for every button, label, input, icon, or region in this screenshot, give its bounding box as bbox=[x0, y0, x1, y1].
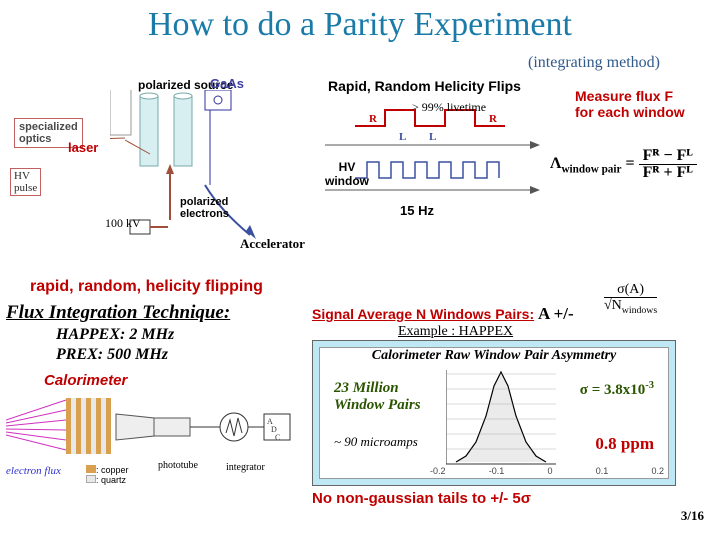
calorimeter-label: Calorimeter bbox=[44, 372, 127, 389]
material-legend: : copper : quartz bbox=[86, 465, 129, 485]
page-number: 3/16 bbox=[681, 508, 704, 524]
hv-window-label: HV window bbox=[325, 160, 369, 188]
prex-rate: PREX: 500 MHz bbox=[56, 346, 168, 364]
flip-caption: rapid, random, helicity flipping bbox=[30, 278, 263, 296]
electron-flux-label: electron flux bbox=[6, 465, 61, 477]
histogram-title: Calorimeter Raw Window Pair Asymmetry bbox=[320, 348, 668, 364]
rapid-flips-title: Rapid, Random Helicity Flips bbox=[328, 78, 521, 94]
svg-text:R: R bbox=[489, 113, 498, 125]
svg-text:L: L bbox=[429, 131, 436, 143]
calorimeter-diagram: A D C bbox=[6, 390, 296, 470]
accelerator-label: Accelerator bbox=[240, 236, 305, 252]
flux-technique-title: Flux Integration Technique: bbox=[6, 302, 230, 324]
asymmetry-formula: Λwindow pair = Fᴿ − Fᴸ Fᴿ + Fᴸ bbox=[550, 148, 697, 181]
non-gaussian-caption: No non-gaussian tails to +/- 5σ bbox=[312, 490, 531, 507]
livetime-label: > 99% livetime bbox=[412, 100, 486, 115]
svg-text:C: C bbox=[275, 433, 280, 442]
voltage-100kv-label: 100 kV bbox=[105, 216, 141, 231]
hist-entries-label: 23 Million Window Pairs bbox=[334, 380, 421, 414]
subtitle: (integrating method) bbox=[528, 54, 660, 72]
measure-flux-label: Measure flux F for each window bbox=[575, 88, 685, 120]
phototube-label: phototube bbox=[158, 460, 198, 471]
integrator-label: integrator bbox=[226, 462, 265, 473]
example-label: Example : HAPPEX bbox=[398, 324, 513, 340]
polarized-electrons-label: polarized electrons bbox=[180, 196, 229, 220]
hist-current-label: ~ 90 microamps bbox=[334, 434, 418, 450]
gaas-label: GaAs bbox=[210, 76, 244, 91]
page-title: How to do a Parity Experiment bbox=[0, 6, 720, 44]
hist-x-axis: -0.2-0.1 00.1 0.2 bbox=[430, 466, 664, 476]
frequency-15hz-label: 15 Hz bbox=[400, 203, 434, 218]
hist-ppm-label: 0.8 ppm bbox=[595, 434, 654, 454]
signal-average-label: Signal Average N Windows Pairs: A +/- bbox=[312, 304, 574, 324]
happex-rate: HAPPEX: 2 MHz bbox=[56, 326, 174, 344]
hist-sigma-label: σ = 3.8x10-3 bbox=[580, 380, 654, 399]
hv-pulse-label: HV pulse bbox=[10, 168, 41, 196]
sigma-formula: σ(A) √Nwindows bbox=[604, 282, 657, 317]
svg-text:R: R bbox=[369, 113, 378, 125]
svg-text:L: L bbox=[399, 131, 406, 143]
top-diagram-section: specialized optics polarized source GaAs… bbox=[10, 78, 710, 288]
laser-label: laser bbox=[68, 140, 98, 155]
histogram-panel: Calorimeter Raw Window Pair Asymmetry 23… bbox=[312, 340, 676, 486]
bottom-section: Flux Integration Technique: HAPPEX: 2 MH… bbox=[6, 300, 716, 530]
gaussian-histogram bbox=[446, 364, 556, 472]
